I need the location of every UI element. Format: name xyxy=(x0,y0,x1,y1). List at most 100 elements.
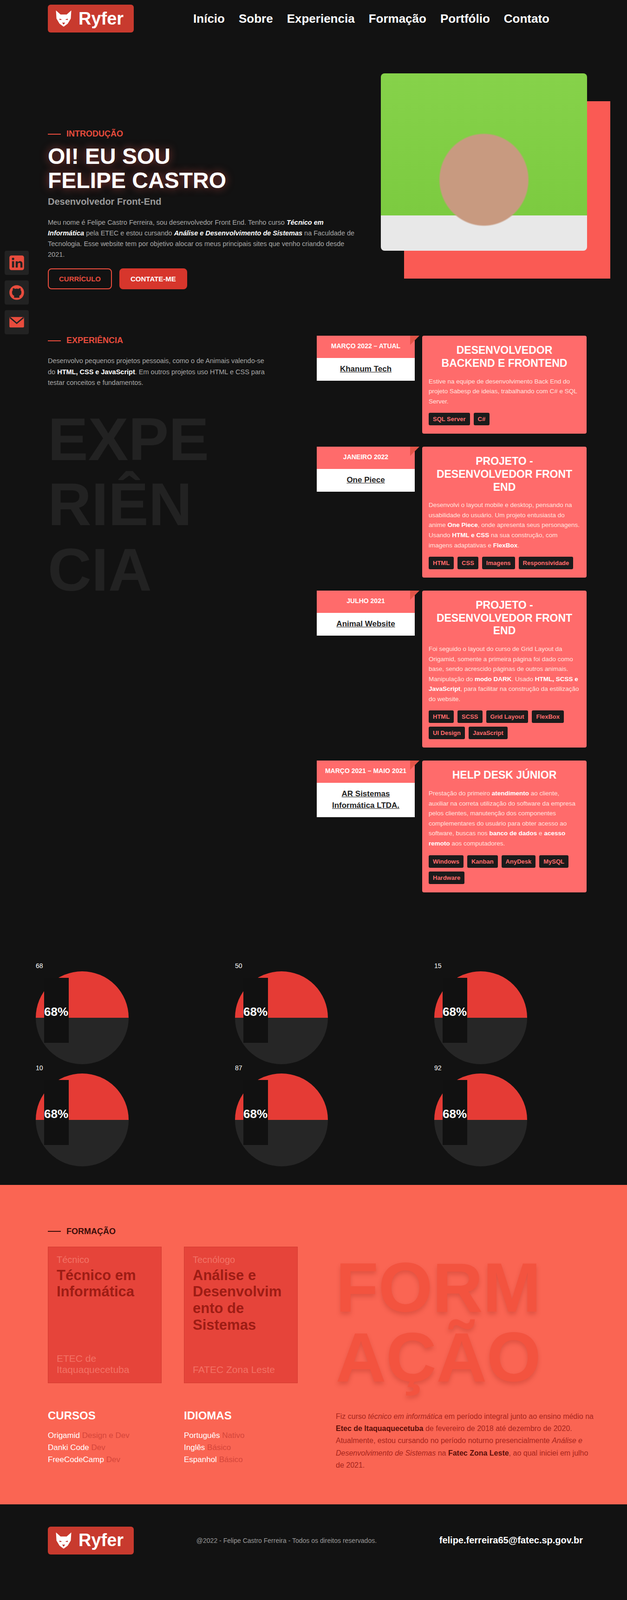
tag: SQL Server xyxy=(428,412,471,426)
experience-eyebrow: EXPERIÊNCIA xyxy=(47,335,267,346)
nav-link[interactable]: Sobre xyxy=(238,11,274,27)
education-cards: TécnicoTécnico em InformáticaETEC de Ita… xyxy=(47,1247,322,1384)
date-box: JULHO 2021Animal Website xyxy=(316,590,415,636)
experience-title: PROJETO - DESENVOLVEDOR FRONT END xyxy=(428,455,581,494)
hero-text: INTRODUÇÃOOI! EU SOUFELIPE CASTRODesenvo… xyxy=(47,73,358,290)
portfolio-page: Ryfer Início Sobre Experiencia Formação Portf… xyxy=(0,0,627,1600)
list-item: Português Nativo xyxy=(183,1430,298,1443)
footer: Ryfer @2022 - Felipe Castro Ferreira - To… xyxy=(0,1504,627,1578)
experience-list: MARÇO 2022 – ATUALKhanum TechDESENVOLVED… xyxy=(316,335,587,893)
tag: MySQL xyxy=(539,855,569,869)
list-title: CURSOS xyxy=(47,1409,162,1423)
hero-paragraph: Meu nome é Felipe Castro Ferreira, sou d… xyxy=(47,217,358,261)
experience-watermark: EXPERIÊNCIA xyxy=(47,406,267,603)
experience-company[interactable]: AR Sistemas Informática LTDA. xyxy=(316,783,415,817)
experience-title: DESENVOLVEDOR BACKEND E FRONTEND xyxy=(428,344,581,370)
experience-title: PROJETO - DESENVOLVEDOR FRONT END xyxy=(428,599,581,638)
nav-link[interactable]: Contato xyxy=(503,11,550,27)
nav-link[interactable]: Portfólio xyxy=(440,11,490,27)
nav-link[interactable]: Formação xyxy=(368,11,427,27)
education-right: FORMAÇÃOFiz curso técnico em informática… xyxy=(335,1227,599,1473)
nav-link[interactable]: Experiencia xyxy=(287,11,355,27)
photo-frame xyxy=(380,73,588,279)
nav-link[interactable]: Início xyxy=(193,11,225,27)
skill-label: 15 xyxy=(434,962,627,972)
experience-title: HELP DESK JÚNIOR xyxy=(428,769,581,783)
tag: FlexBox xyxy=(531,710,564,724)
tag: HTML xyxy=(428,710,454,724)
skill-percent: 68% xyxy=(243,1005,268,1020)
date-box: MARÇO 2022 – ATUALKhanum Tech xyxy=(316,335,415,381)
skill-chart: 15 68% xyxy=(434,962,627,1065)
skill-pie: 68% xyxy=(434,971,528,1065)
copyright: @2022 - Felipe Castro Ferreira - Todos o… xyxy=(196,1537,377,1545)
date-box: JANEIRO 2022One Piece xyxy=(316,446,415,492)
skill-percent: 68% xyxy=(44,1005,69,1020)
logo-text: Ryfer xyxy=(78,1530,124,1551)
skill-percent: 68% xyxy=(442,1107,467,1122)
wolf-icon xyxy=(53,8,74,29)
tag: Responsividade xyxy=(518,556,574,570)
experience-date: MARÇO 2021 – MAIO 2021 xyxy=(316,760,415,784)
skill-pie: 68% xyxy=(434,1073,528,1167)
main-nav: Início Sobre Experiencia Formação Portfólio C… xyxy=(193,11,550,27)
experience-item: MARÇO 2022 – ATUALKhanum TechDESENVOLVED… xyxy=(316,335,587,434)
footer-logo[interactable]: Ryfer xyxy=(47,1527,134,1555)
experience-section: EXPERIÊNCIADesenvolvo pequenos projetos … xyxy=(44,335,583,893)
github-link[interactable] xyxy=(4,280,29,305)
footer-email[interactable]: felipe.ferreira65@fatec.sp.gov.br xyxy=(439,1535,583,1547)
linkedin-link[interactable] xyxy=(4,250,29,275)
tag: CSS xyxy=(457,556,479,570)
skill-chart: 87 68% xyxy=(235,1064,435,1167)
tag-list: HTMLCSSImagensResponsividade xyxy=(428,556,581,570)
tag: Imagens xyxy=(482,556,516,570)
list-item: Danki Code Dev xyxy=(47,1442,162,1455)
education-title: Análise e Desenvolvimento de Sistemas xyxy=(192,1267,289,1334)
skill-percent: 68% xyxy=(44,1107,69,1122)
mail-icon xyxy=(8,313,26,331)
education-paragraph: Fiz curso técnico em informática em perí… xyxy=(335,1410,599,1473)
skill-percent: 68% xyxy=(243,1107,268,1122)
skill-chart: 92 68% xyxy=(434,1064,627,1167)
hero-button[interactable]: CONTATE-ME xyxy=(119,268,188,290)
experience-description: Desenvolvi o layout mobile e desktop, pe… xyxy=(428,500,581,551)
skills-section: 6868%50 68% 15 68% 10 68% 87 68% 92 68% xyxy=(0,892,627,1186)
tag-list: WindowsKanbanAnyDeskMySQLHardware xyxy=(428,855,581,885)
skill-label: 10 xyxy=(35,1064,236,1074)
education-school: FATEC Zona Leste xyxy=(192,1364,289,1376)
skill-label: 87 xyxy=(235,1064,435,1074)
list-item: FreeCodeCamp Dev xyxy=(47,1454,162,1467)
skill-pie: 68% xyxy=(235,1073,328,1167)
experience-company[interactable]: One Piece xyxy=(316,469,415,492)
wolf-icon xyxy=(53,1530,74,1552)
skill-chart: 6868% xyxy=(35,962,236,1065)
logo[interactable]: Ryfer xyxy=(47,4,134,33)
hero-button[interactable]: CURRÍCULO xyxy=(47,268,112,290)
tag: C# xyxy=(473,412,490,426)
experience-company[interactable]: Khanum Tech xyxy=(316,358,415,381)
tag: SCSS xyxy=(457,710,483,724)
education-card: TecnólogoAnálise e Desenvolvimento de Si… xyxy=(183,1247,298,1384)
education-kind: Tecnólogo xyxy=(192,1254,289,1266)
experience-company[interactable]: Animal Website xyxy=(316,613,415,636)
education-kind: Técnico xyxy=(56,1254,153,1266)
hero-buttons: CURRÍCULO CONTATE-ME xyxy=(47,268,358,290)
experience-item: JULHO 2021Animal Website PROJETO - DESENV… xyxy=(316,590,587,748)
skill-label: 50 xyxy=(235,962,435,972)
skill-pie: 68% xyxy=(35,971,129,1065)
skill-pie: 68% xyxy=(35,1073,129,1167)
experience-intro: EXPERIÊNCIADesenvolvo pequenos projetos … xyxy=(47,335,267,893)
skill-percent: 68% xyxy=(442,1005,467,1020)
tag-list: SQL ServerC# xyxy=(428,412,581,426)
education-section: FORMAÇÃOTécnicoTécnico em InformáticaETE… xyxy=(0,1185,627,1505)
experience-description: Prestação do primeiro atendimento ao cli… xyxy=(428,788,581,850)
tag: AnyDesk xyxy=(501,855,536,869)
header: Ryfer Início Sobre Experiencia Formação Portf… xyxy=(0,0,627,38)
mail-link[interactable] xyxy=(4,310,29,335)
logo-text: Ryfer xyxy=(78,8,124,29)
list-item: Inglês Básico xyxy=(183,1442,298,1455)
skill-label: 92 xyxy=(434,1064,627,1074)
hero-title: OI! EU SOUFELIPE CASTRO xyxy=(47,144,358,193)
tag: Kanban xyxy=(467,855,498,869)
experience-card: DESENVOLVEDOR BACKEND E FRONTENDEstive n… xyxy=(422,335,587,434)
